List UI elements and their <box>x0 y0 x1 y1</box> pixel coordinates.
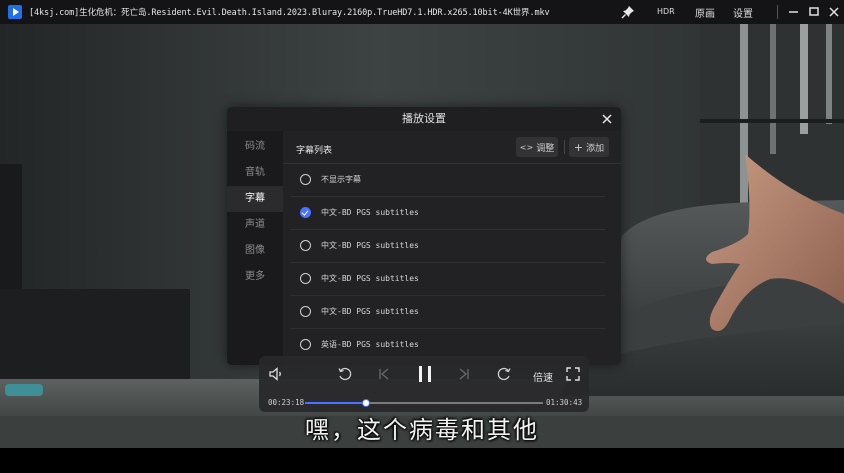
header-divider <box>564 140 565 154</box>
radio-checked-icon[interactable] <box>300 207 311 218</box>
close-panel-icon[interactable] <box>601 113 613 125</box>
pin-icon[interactable] <box>620 4 636 20</box>
nav-item-more[interactable]: 更多 <box>227 264 283 290</box>
subtitle-option-label: 中文-BD PGS subtitles <box>321 208 419 217</box>
radio-icon[interactable] <box>300 306 311 317</box>
radio-icon[interactable] <box>300 240 311 251</box>
speed-button[interactable]: 倍速 <box>533 369 553 384</box>
nav-item-image[interactable]: 图像 <box>227 238 283 264</box>
title-bar: [4ksj.com]生化危机：死亡岛.Resident.Evil.Death.I… <box>0 0 844 24</box>
window-title: [4ksj.com]生化危机：死亡岛.Resident.Evil.Death.I… <box>29 8 550 18</box>
subtitle-option-none[interactable]: 不显示字幕 <box>291 164 605 197</box>
radio-icon[interactable] <box>300 174 311 185</box>
current-time: 00:23:18 <box>268 398 305 407</box>
next-icon[interactable] <box>455 365 473 383</box>
quality-button[interactable]: 原画 <box>695 5 715 20</box>
subtitle-option-label: 不显示字幕 <box>321 175 361 184</box>
video-subtitle-text: 嘿，这个病毒和其他 <box>305 416 539 444</box>
app-logo-icon <box>8 5 22 19</box>
maximize-icon[interactable] <box>805 3 823 21</box>
fullscreen-icon[interactable] <box>564 365 582 383</box>
settings-side-nav: 码流 音轨 字幕 声道 图像 更多 <box>227 131 283 365</box>
subtitle-list-area: 字幕列表 <> 调整 + 添加 不显示字幕 中文-BD PGS subtitle… <box>283 131 621 365</box>
playback-settings-panel: 播放设置 码流 音轨 字幕 声道 图像 更多 字幕列表 <> 调整 + 添加 不… <box>227 107 621 365</box>
previous-icon[interactable] <box>375 365 393 383</box>
progress-knob[interactable] <box>362 399 371 407</box>
subtitle-option-label: 中文-BD PGS subtitles <box>321 241 419 250</box>
fast-forward-icon[interactable] <box>495 365 513 383</box>
minimize-icon[interactable] <box>785 3 803 21</box>
progress-slider[interactable] <box>305 399 543 407</box>
radio-icon[interactable] <box>300 273 311 284</box>
radio-icon[interactable] <box>300 339 311 350</box>
hdr-button[interactable]: HDR <box>657 7 675 16</box>
playback-controls: 倍速 00:23:18 01:30:43 <box>259 356 589 412</box>
subtitle-option-label: 中文-BD PGS subtitles <box>321 307 419 316</box>
subtitle-option-chinese-4[interactable]: 中文-BD PGS subtitles <box>291 296 605 329</box>
plus-icon: + <box>573 140 584 154</box>
volume-icon[interactable] <box>267 365 285 383</box>
panel-title: 播放设置 <box>402 112 446 125</box>
nav-item-audio-track[interactable]: 音轨 <box>227 160 283 186</box>
nav-item-bitstream[interactable]: 码流 <box>227 134 283 160</box>
close-window-icon[interactable] <box>825 3 843 21</box>
nav-item-channels[interactable]: 声道 <box>227 212 283 238</box>
subtitle-option-chinese-2[interactable]: 中文-BD PGS subtitles <box>291 230 605 263</box>
total-time: 01:30:43 <box>546 398 583 407</box>
settings-button[interactable]: 设置 <box>733 5 753 20</box>
letterbox-bottom <box>0 448 844 473</box>
progress-fill <box>305 402 367 404</box>
subtitle-option-label: 英语-BD PGS subtitles <box>321 340 419 349</box>
adjust-button-label: 调整 <box>536 143 555 154</box>
add-button-label: 添加 <box>586 143 605 154</box>
subtitle-option-chinese-1[interactable]: 中文-BD PGS subtitles <box>291 197 605 230</box>
pause-icon[interactable] <box>414 363 436 385</box>
code-brackets-icon: <> <box>519 142 534 152</box>
rewind-icon[interactable] <box>336 365 354 383</box>
subtitle-option-chinese-3[interactable]: 中文-BD PGS subtitles <box>291 263 605 296</box>
nav-item-subtitles[interactable]: 字幕 <box>227 186 283 212</box>
subtitle-list-title: 字幕列表 <box>296 146 333 156</box>
adjust-button[interactable]: <> 调整 <box>516 137 558 157</box>
subtitle-option-label: 中文-BD PGS subtitles <box>321 274 419 283</box>
add-subtitle-button[interactable]: + 添加 <box>569 137 609 157</box>
titlebar-divider <box>777 5 778 19</box>
